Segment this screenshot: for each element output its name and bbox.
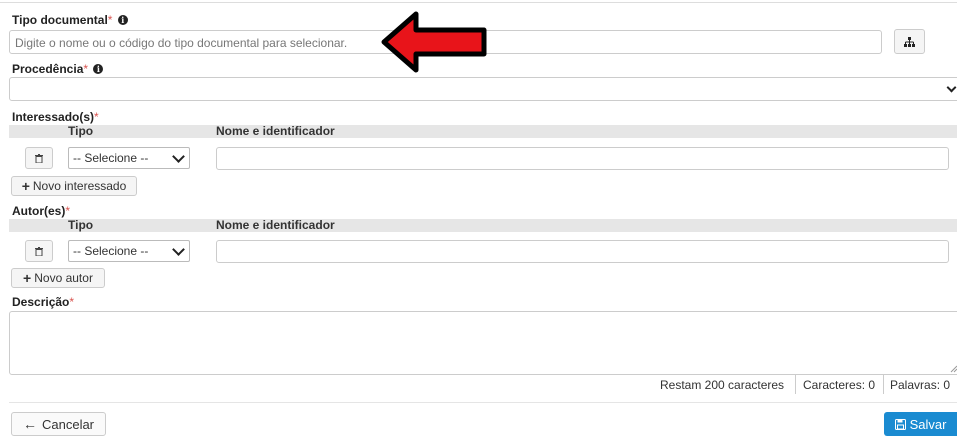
- words-counter: Palavras: 0: [890, 378, 951, 392]
- descricao-label: Descrição*: [12, 295, 75, 309]
- interessados-table-header: Tipo Nome e identificador: [9, 125, 957, 138]
- interessado-tipo-select[interactable]: -- Selecione --: [68, 147, 190, 169]
- column-header-nome: Nome e identificador: [216, 124, 335, 138]
- interessados-label: Interessado(s)*: [12, 110, 99, 124]
- autores-label: Autor(es)*: [12, 204, 71, 218]
- chevron-down-icon: [172, 242, 185, 256]
- novo-autor-label: Novo autor: [34, 271, 93, 285]
- autor-nome-input[interactable]: [216, 240, 949, 263]
- novo-interessado-label: Novo interessado: [32, 179, 127, 193]
- trash-icon: [35, 246, 43, 256]
- info-icon[interactable]: i: [93, 64, 104, 74]
- cancel-button[interactable]: ← Cancelar: [11, 412, 106, 436]
- tipo-documental-placeholder: Digite o nome ou o código do tipo docume…: [15, 36, 348, 50]
- required-mark: *: [83, 62, 89, 76]
- save-button[interactable]: Salvar: [884, 412, 957, 436]
- column-header-nome: Nome e identificador: [216, 218, 335, 232]
- trash-icon: [35, 153, 43, 163]
- counter-divider: [795, 375, 796, 394]
- remaining-chars-counter: Restam 200 caracteres: [660, 378, 785, 392]
- novo-autor-button[interactable]: + Novo autor: [11, 268, 105, 288]
- top-divider: [0, 2, 957, 3]
- procedencia-select[interactable]: [9, 77, 957, 101]
- required-mark: *: [69, 295, 75, 309]
- plus-icon: +: [21, 178, 30, 194]
- descricao-textarea[interactable]: [9, 311, 957, 375]
- resize-handle-icon[interactable]: [950, 365, 957, 373]
- chevron-down-icon: [946, 82, 957, 93]
- remove-interessado-button[interactable]: [25, 147, 53, 169]
- select-value: -- Selecione --: [73, 244, 149, 258]
- cancel-label: Cancelar: [41, 416, 95, 432]
- red-arrow-annotation: [381, 11, 487, 73]
- arrow-left-icon: ←: [22, 416, 37, 432]
- procedencia-label: Procedência* i: [12, 62, 104, 76]
- interessado-nome-input[interactable]: [216, 147, 949, 170]
- floppy-disk-icon: [894, 418, 906, 430]
- select-value: -- Selecione --: [73, 151, 149, 165]
- novo-interessado-button[interactable]: + Novo interessado: [11, 176, 137, 196]
- autor-tipo-select[interactable]: -- Selecione --: [68, 240, 190, 262]
- sitemap-icon: [904, 36, 915, 47]
- autores-table-header: Tipo Nome e identificador: [9, 219, 957, 232]
- column-header-tipo: Tipo: [68, 124, 94, 138]
- info-icon[interactable]: i: [117, 15, 128, 25]
- save-label: Salvar: [909, 416, 947, 432]
- required-mark: *: [107, 13, 113, 27]
- chevron-down-icon: [172, 149, 185, 163]
- remove-autor-button[interactable]: [25, 240, 53, 262]
- hierarchy-tree-button[interactable]: [894, 29, 925, 54]
- required-mark: *: [94, 110, 99, 124]
- plus-icon: +: [23, 270, 32, 286]
- required-mark: *: [65, 204, 71, 218]
- chars-counter: Caracteres: 0: [803, 378, 876, 392]
- column-header-tipo: Tipo: [68, 218, 94, 232]
- footer-divider: [9, 402, 957, 403]
- counter-divider: [883, 375, 884, 394]
- tipo-documental-label: Tipo documental* i: [12, 13, 128, 27]
